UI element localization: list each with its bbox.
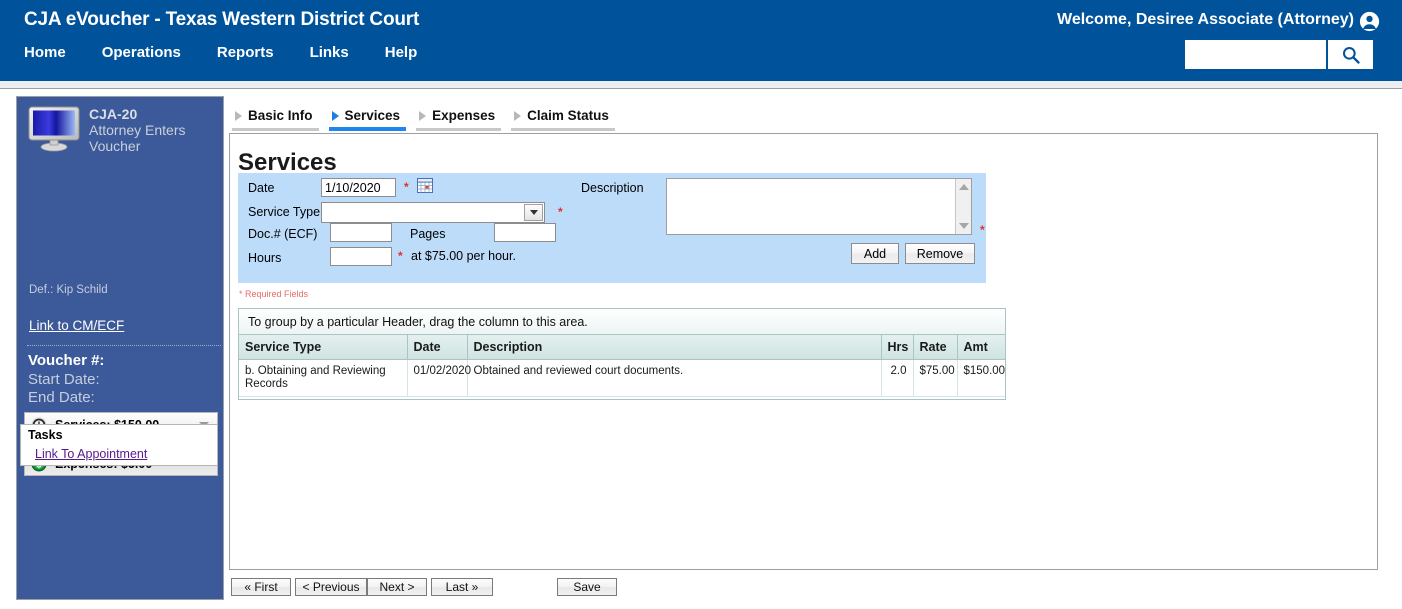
start-date-label: Start Date:	[28, 371, 100, 388]
left-sidebar: CJA-20 Attorney Enters Voucher Def.: Kip…	[16, 96, 224, 600]
description-label: Description	[581, 181, 644, 195]
tab-basic-info-label: Basic Info	[248, 108, 313, 123]
tab-claim-status-label: Claim Status	[527, 108, 609, 123]
nav-item-home[interactable]: Home	[24, 44, 87, 61]
col-description[interactable]: Description	[467, 335, 881, 359]
hours-input[interactable]	[330, 247, 392, 266]
tab-expenses[interactable]: Expenses	[416, 108, 505, 131]
col-hrs[interactable]: Hrs	[881, 335, 913, 359]
previous-page-button[interactable]: < Previous	[295, 578, 367, 596]
form-desc-line2: Voucher	[89, 138, 219, 154]
sidebar-form-info: CJA-20 Attorney Enters Voucher	[89, 106, 219, 154]
cell-date: 01/02/2020	[407, 359, 467, 396]
tasks-panel: Tasks Link To Appointment	[20, 424, 218, 466]
cell-description: Obtained and reviewed court documents.	[467, 359, 881, 396]
banner-divider	[0, 81, 1402, 89]
search-input[interactable]	[1185, 40, 1326, 69]
first-page-button[interactable]: « First	[231, 578, 291, 596]
search-button[interactable]	[1326, 40, 1373, 69]
nav-item-operations[interactable]: Operations	[102, 44, 202, 61]
doc-ecf-input[interactable]	[330, 223, 392, 242]
main-nav: Home Operations Reports Links Help	[24, 44, 453, 61]
tab-basic-info[interactable]: Basic Info	[232, 108, 323, 131]
add-button[interactable]: Add	[851, 243, 899, 264]
table-row[interactable]: b. Obtaining and Reviewing Records 01/02…	[239, 359, 1005, 396]
sidebar-divider	[27, 345, 221, 346]
tab-underline	[511, 128, 615, 131]
triangle-icon	[514, 111, 521, 121]
tab-claim-status[interactable]: Claim Status	[511, 108, 619, 131]
scroll-up-icon[interactable]	[959, 184, 969, 190]
col-service-type[interactable]: Service Type	[239, 335, 407, 359]
last-page-button[interactable]: Last »	[431, 578, 493, 596]
tab-services[interactable]: Services	[329, 108, 411, 131]
services-entry-form: Date * Service Type * Doc.# (ECF) Pages …	[238, 173, 986, 283]
tasks-title: Tasks	[28, 428, 63, 442]
tab-underline	[232, 128, 319, 131]
hours-label: Hours	[248, 251, 281, 265]
required-fields-note: * Required Fields	[239, 289, 308, 299]
service-type-select[interactable]	[321, 202, 545, 223]
hours-required-marker: *	[398, 249, 403, 263]
doc-ecf-label: Doc.# (ECF)	[248, 227, 317, 241]
triangle-icon	[419, 111, 426, 121]
nav-item-reports[interactable]: Reports	[217, 44, 295, 61]
tab-bar: Basic Info Services Expenses Claim Statu…	[232, 108, 625, 131]
triangle-icon	[332, 111, 339, 121]
search-icon	[1341, 45, 1361, 65]
cell-rate: $75.00	[913, 359, 957, 396]
cell-service-type: b. Obtaining and Reviewing Records	[239, 359, 407, 396]
scroll-down-icon[interactable]	[959, 223, 969, 229]
nav-item-links[interactable]: Links	[310, 44, 370, 61]
task-link-to-appointment[interactable]: Link To Appointment	[35, 447, 147, 461]
tab-services-label: Services	[345, 108, 401, 123]
tab-underline	[416, 128, 501, 131]
cell-hrs: 2.0	[881, 359, 913, 396]
grid-group-drop-area[interactable]: To group by a particular Header, drag th…	[239, 309, 1005, 335]
date-input[interactable]	[321, 178, 396, 197]
date-required-marker: *	[404, 180, 409, 194]
date-label: Date	[248, 181, 274, 195]
pages-input[interactable]	[494, 223, 556, 242]
form-desc-line1: Attorney Enters	[89, 122, 219, 138]
next-page-button[interactable]: Next >	[367, 578, 427, 596]
cell-amt: $150.00	[957, 359, 1005, 396]
app-title: CJA eVoucher - Texas Western District Co…	[24, 9, 419, 31]
description-scrollbar[interactable]	[955, 179, 971, 234]
triangle-icon	[235, 111, 242, 121]
description-textarea-wrapper	[666, 178, 972, 235]
welcome-text: Welcome, Desiree Associate (Attorney)	[1057, 11, 1354, 29]
defendant-label: Def.: Kip Schild	[29, 284, 108, 296]
description-textarea[interactable]	[667, 179, 955, 234]
tab-underline	[329, 127, 407, 131]
services-grid: To group by a particular Header, drag th…	[238, 308, 1006, 400]
link-to-cmecf[interactable]: Link to CM/ECF	[29, 318, 124, 333]
service-type-required-marker: *	[558, 205, 563, 219]
col-rate[interactable]: Rate	[913, 335, 957, 359]
service-type-label: Service Type	[248, 205, 320, 219]
save-button[interactable]: Save	[557, 578, 617, 596]
calendar-icon[interactable]	[417, 178, 433, 193]
top-banner: CJA eVoucher - Texas Western District Co…	[0, 0, 1402, 81]
col-amt[interactable]: Amt	[957, 335, 1005, 359]
voucher-number-label: Voucher #:	[28, 352, 104, 369]
nav-item-help[interactable]: Help	[385, 44, 439, 61]
remove-button[interactable]: Remove	[905, 243, 975, 264]
monitor-icon	[26, 104, 82, 152]
table-header-row: Service Type Date Description Hrs Rate A…	[239, 335, 1005, 359]
form-code: CJA-20	[89, 106, 219, 122]
tab-expenses-label: Expenses	[432, 108, 495, 123]
hourly-rate-note: at $75.00 per hour.	[411, 249, 516, 263]
user-account-icon[interactable]	[1359, 11, 1380, 32]
col-date[interactable]: Date	[407, 335, 467, 359]
services-table: Service Type Date Description Hrs Rate A…	[239, 335, 1005, 397]
search-box	[1185, 40, 1375, 69]
pages-label: Pages	[410, 227, 445, 241]
end-date-label: End Date:	[28, 389, 95, 406]
description-required-marker: *	[980, 223, 985, 237]
chevron-down-icon[interactable]	[524, 204, 543, 221]
